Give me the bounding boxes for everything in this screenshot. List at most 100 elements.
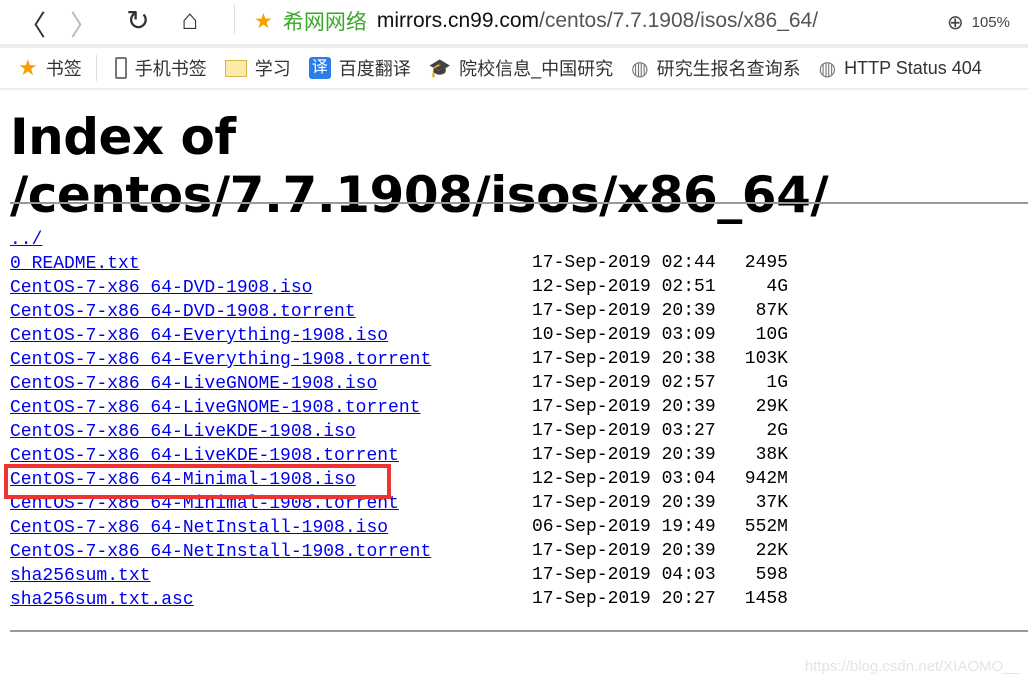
divider xyxy=(0,88,1028,90)
file-link[interactable]: CentOS-7-x86_64-DVD-1908.iso xyxy=(10,278,312,298)
bookmark-label: 书签 xyxy=(45,59,82,79)
back-button[interactable]: 〈 xyxy=(14,4,50,44)
file-date: 17-Sep-2019 20:39 xyxy=(532,301,716,321)
parent-directory-link[interactable]: ../ xyxy=(10,230,42,250)
file-size: 1G xyxy=(766,373,788,393)
page-title: Index of /centos/7.7.1908/isos/x86_64/ xyxy=(10,108,829,224)
file-size: 103K xyxy=(744,349,788,369)
file-date: 17-Sep-2019 02:57 xyxy=(532,373,716,393)
file-size: 22K xyxy=(755,541,788,561)
file-size: 10G xyxy=(755,325,788,345)
file-date: 17-Sep-2019 20:39 xyxy=(532,541,716,561)
bookmark-item[interactable]: 学习 xyxy=(224,55,291,81)
file-size: 38K xyxy=(755,445,788,465)
file-date: 17-Sep-2019 20:39 xyxy=(532,397,716,417)
phone-icon xyxy=(114,57,127,79)
bookmark-item[interactable]: 手机书签 xyxy=(114,55,207,81)
file-size: 1458 xyxy=(744,589,788,609)
file-date: 17-Sep-2019 02:44 xyxy=(532,253,716,273)
file-link[interactable]: CentOS-7-x86_64-Everything-1908.iso xyxy=(10,326,388,346)
list-item: CentOS-7-x86_64-DVD-1908.iso 12-Sep-2019 … xyxy=(10,275,1010,299)
list-item: CentOS-7-x86_64-NetInstall-1908.iso 06-Se… xyxy=(10,515,1010,539)
file-date: 17-Sep-2019 20:39 xyxy=(532,445,716,465)
file-date: 17-Sep-2019 20:38 xyxy=(532,349,716,369)
file-date: 12-Sep-2019 03:04 xyxy=(532,469,716,489)
bookmark-item[interactable]: ◍ 研究生报名查询系 xyxy=(631,55,800,81)
file-date: 17-Sep-2019 20:39 xyxy=(532,493,716,513)
bookmark-label: HTTP Status 404 xyxy=(844,57,982,78)
list-item: CentOS-7-x86_64-Everything-1908.torrent 1… xyxy=(10,347,1010,371)
list-item: sha256sum.txt.asc 17-Sep-2019 20:27 1458 xyxy=(10,587,1010,611)
translate-icon: 译 xyxy=(308,57,331,79)
list-item: 0_README.txt 17-Sep-2019 02:44 2495 xyxy=(10,251,1010,275)
bookmark-label: 手机书签 xyxy=(134,59,207,79)
file-date: 12-Sep-2019 02:51 xyxy=(532,277,716,297)
file-size: 4G xyxy=(766,277,788,297)
file-size: 29K xyxy=(755,397,788,417)
bookmark-label: 研究生报名查询系 xyxy=(656,59,801,79)
file-date: 17-Sep-2019 04:03 xyxy=(532,565,716,585)
highlight-box xyxy=(4,464,391,499)
browser-toolbar: 〈 〉 ↻ ⌂ ★ 希网网络 mirrors.cn99.com/centos/7… xyxy=(0,0,1028,44)
file-size: 87K xyxy=(755,301,788,321)
file-link[interactable]: CentOS-7-x86_64-NetInstall-1908.torrent xyxy=(10,542,431,562)
list-item: CentOS-7-x86_64-NetInstall-1908.torrent 1… xyxy=(10,539,1010,563)
zoom-level: 105% xyxy=(971,14,1010,31)
file-link[interactable]: CentOS-7-x86_64-LiveGNOME-1908.torrent xyxy=(10,398,420,418)
bookmark-item[interactable]: 🎓 院校信息_中国研究 xyxy=(429,55,613,81)
site-name: 希网网络 xyxy=(282,11,367,34)
list-item: ../ xyxy=(10,227,1010,251)
zoom-control[interactable]: ⊕ 105% xyxy=(947,10,1010,35)
file-link[interactable]: sha256sum.txt.asc xyxy=(10,590,194,610)
list-item: CentOS-7-x86_64-Everything-1908.iso 10-Se… xyxy=(10,323,1010,347)
file-size: 2495 xyxy=(744,253,788,273)
list-item: CentOS-7-x86_64-LiveGNOME-1908.iso 17-Sep… xyxy=(10,371,1010,395)
divider xyxy=(10,202,1028,204)
reload-button[interactable]: ↻ xyxy=(120,4,156,37)
file-size: 942M xyxy=(744,469,788,489)
list-item: CentOS-7-x86_64-LiveGNOME-1908.torrent 17… xyxy=(10,395,1010,419)
watermark: https://blog.csdn.net/XIAOMO__ xyxy=(804,658,1020,675)
globe-icon: ◍ xyxy=(631,57,649,80)
file-link[interactable]: CentOS-7-x86_64-DVD-1908.torrent xyxy=(10,302,356,322)
file-link[interactable]: CentOS-7-x86_64-LiveKDE-1908.torrent xyxy=(10,446,399,466)
favorite-star-icon[interactable]: ★ xyxy=(254,9,273,34)
list-item: CentOS-7-x86_64-LiveKDE-1908.iso 17-Sep-2… xyxy=(10,419,1010,443)
url-host: mirrors.cn99.com xyxy=(376,9,540,32)
bookmark-label: 学习 xyxy=(254,59,291,79)
divider xyxy=(10,630,1028,632)
bookmark-item[interactable]: 译百度翻译 xyxy=(308,55,411,81)
globe-icon: ◍ xyxy=(818,57,837,80)
home-button[interactable]: ⌂ xyxy=(172,4,208,36)
file-listing: ../ 0_README.txt 17-Sep-2019 02:44 2495 Cen… xyxy=(10,227,1010,611)
file-date: 17-Sep-2019 03:27 xyxy=(532,421,716,441)
file-size: 37K xyxy=(755,493,788,513)
forward-button[interactable]: 〉 xyxy=(66,4,102,44)
file-date: 06-Sep-2019 19:49 xyxy=(532,517,716,537)
bookmark-label: 院校信息_中国研究 xyxy=(459,59,614,79)
file-link[interactable]: CentOS-7-x86_64-LiveKDE-1908.iso xyxy=(10,422,356,442)
address-bar[interactable]: ★ 希网网络 mirrors.cn99.com/centos/7.7.1908/… xyxy=(254,6,818,36)
file-date: 17-Sep-2019 20:27 xyxy=(532,589,716,609)
zoom-icon: ⊕ xyxy=(946,12,964,34)
bookmark-item[interactable]: ◍ HTTP Status 404 xyxy=(819,56,982,81)
folder-icon xyxy=(224,59,247,77)
bookmarks-bar: ★ 书签 手机书签 学习 译百度翻译 🎓 院校信息_中国研究 ◍ 研究生报名查询系 ◍… xyxy=(0,48,1028,88)
list-item: sha256sum.txt 17-Sep-2019 04:03 598 xyxy=(10,563,1010,587)
bookmark-item[interactable]: ★ 书签 xyxy=(18,55,82,81)
divider xyxy=(95,55,97,81)
file-date: 10-Sep-2019 03:09 xyxy=(532,325,716,345)
divider xyxy=(234,4,235,34)
file-size: 2G xyxy=(766,421,788,441)
star-icon: ★ xyxy=(18,55,38,80)
file-link[interactable]: CentOS-7-x86_64-NetInstall-1908.iso xyxy=(10,518,388,538)
graduation-cap-icon: 🎓 xyxy=(428,57,452,78)
file-link[interactable]: sha256sum.txt xyxy=(10,566,150,586)
file-link[interactable]: CentOS-7-x86_64-LiveGNOME-1908.iso xyxy=(10,374,377,394)
list-item: CentOS-7-x86_64-DVD-1908.torrent 17-Sep-2… xyxy=(10,299,1010,323)
url-path: /centos/7.7.1908/isos/x86_64/ xyxy=(539,9,819,32)
file-size: 552M xyxy=(744,517,788,537)
file-link[interactable]: CentOS-7-x86_64-Everything-1908.torrent xyxy=(10,350,431,370)
file-link[interactable]: 0_README.txt xyxy=(10,254,140,274)
bookmark-label: 百度翻译 xyxy=(338,59,411,79)
